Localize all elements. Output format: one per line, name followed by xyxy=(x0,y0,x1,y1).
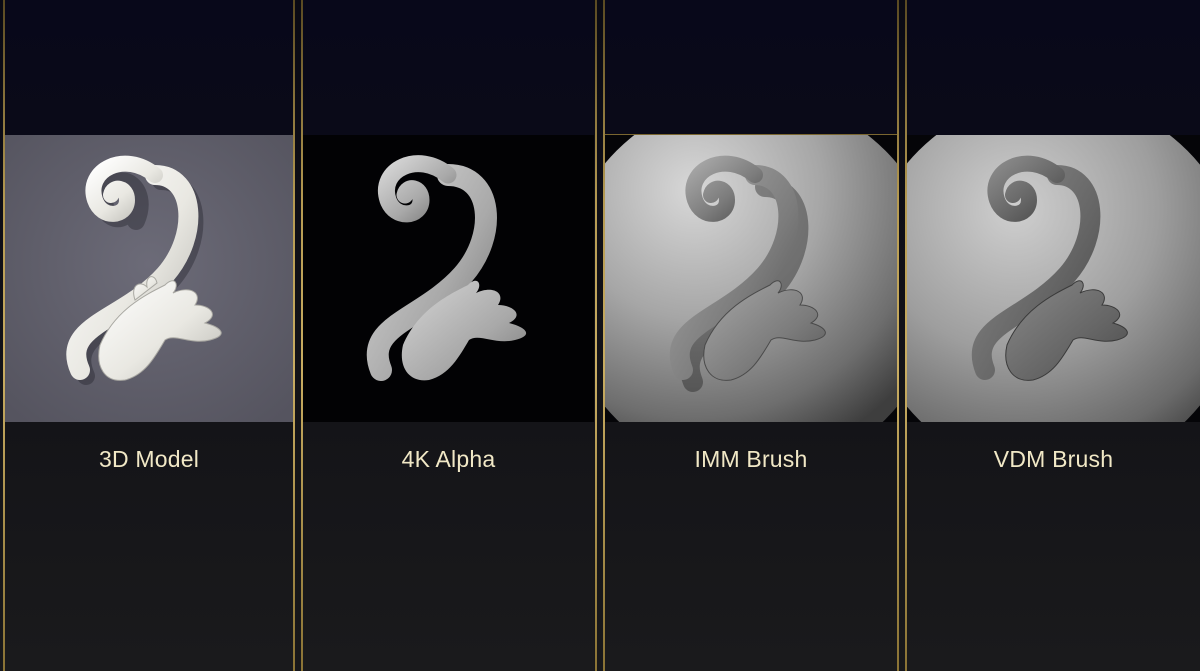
preview-image-3d-model xyxy=(5,135,293,422)
panel-label-4k-alpha: 4K Alpha xyxy=(401,446,496,472)
panel-vdm-brush[interactable]: VDM Brush xyxy=(907,0,1200,671)
gold-divider xyxy=(3,0,5,671)
gold-divider xyxy=(897,0,899,671)
panel-3d-model[interactable]: 3D Model xyxy=(5,0,293,671)
preview-image-4k-alpha xyxy=(303,135,594,422)
product-showcase: 3D Model 4K Alpha IMM Brush VDM Brush xyxy=(0,0,1200,671)
preview-image-vdm-brush xyxy=(907,135,1200,422)
gold-divider xyxy=(595,0,597,671)
gold-divider xyxy=(603,0,605,671)
panel-label-3d-model: 3D Model xyxy=(98,446,200,472)
gold-rule xyxy=(605,134,897,135)
gold-divider xyxy=(905,0,907,671)
panel-imm-brush[interactable]: IMM Brush xyxy=(605,0,897,671)
panel-label-vdm-brush: VDM Brush xyxy=(993,446,1114,472)
gold-divider xyxy=(301,0,303,671)
preview-image-imm-brush xyxy=(605,135,897,422)
panel-4k-alpha[interactable]: 4K Alpha xyxy=(303,0,594,671)
gold-divider xyxy=(293,0,295,671)
panel-label-imm-brush: IMM Brush xyxy=(694,446,808,472)
